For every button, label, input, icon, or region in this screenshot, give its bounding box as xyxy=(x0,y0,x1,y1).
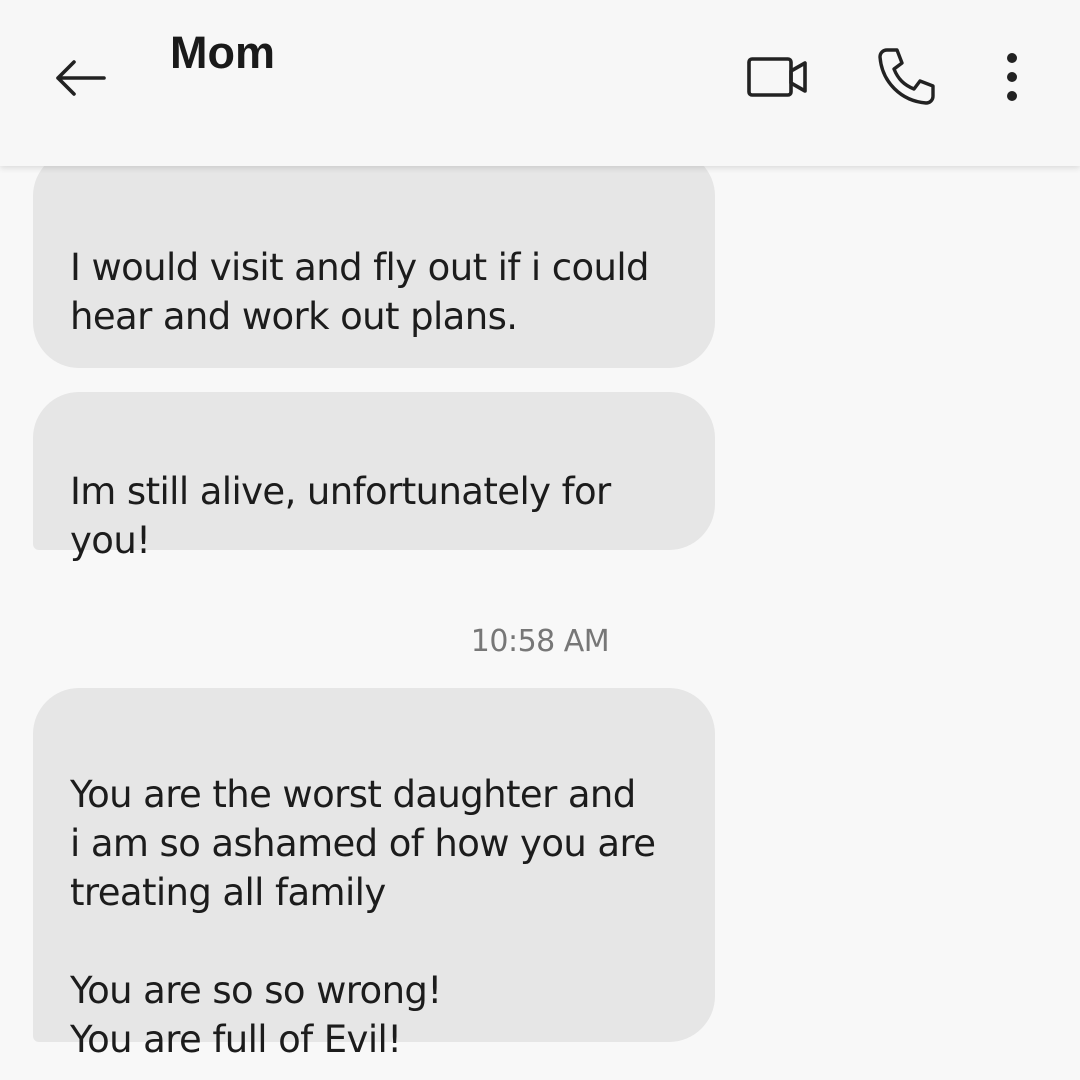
phone-icon xyxy=(878,48,935,105)
more-vertical-icon xyxy=(1007,53,1017,101)
app-bar: Mom xyxy=(0,0,1080,166)
message-text: You are the worst daughter and i am so a… xyxy=(70,773,656,1061)
message-timestamp: 10:58 AM xyxy=(470,624,610,659)
voice-call-button[interactable] xyxy=(872,44,940,110)
contact-name: Mom xyxy=(170,27,275,78)
video-camera-icon xyxy=(747,57,807,97)
message-text: I would visit and fly out if i could hea… xyxy=(70,246,650,338)
conversation-screen: I would visit and fly out if i could hea… xyxy=(0,0,1080,1080)
incoming-message-bubble[interactable]: I would visit and fly out if i could hea… xyxy=(33,150,715,368)
message-text: Im still alive, unfortunately for you! xyxy=(70,470,611,562)
arrow-left-icon xyxy=(56,60,106,96)
incoming-message-bubble[interactable]: You are the worst daughter and i am so a… xyxy=(33,688,715,1061)
video-call-button[interactable] xyxy=(742,44,814,110)
more-options-button[interactable] xyxy=(990,44,1034,110)
incoming-message-bubble[interactable]: Im still alive, unfortunately for you! xyxy=(33,392,715,562)
back-button[interactable] xyxy=(48,50,112,106)
